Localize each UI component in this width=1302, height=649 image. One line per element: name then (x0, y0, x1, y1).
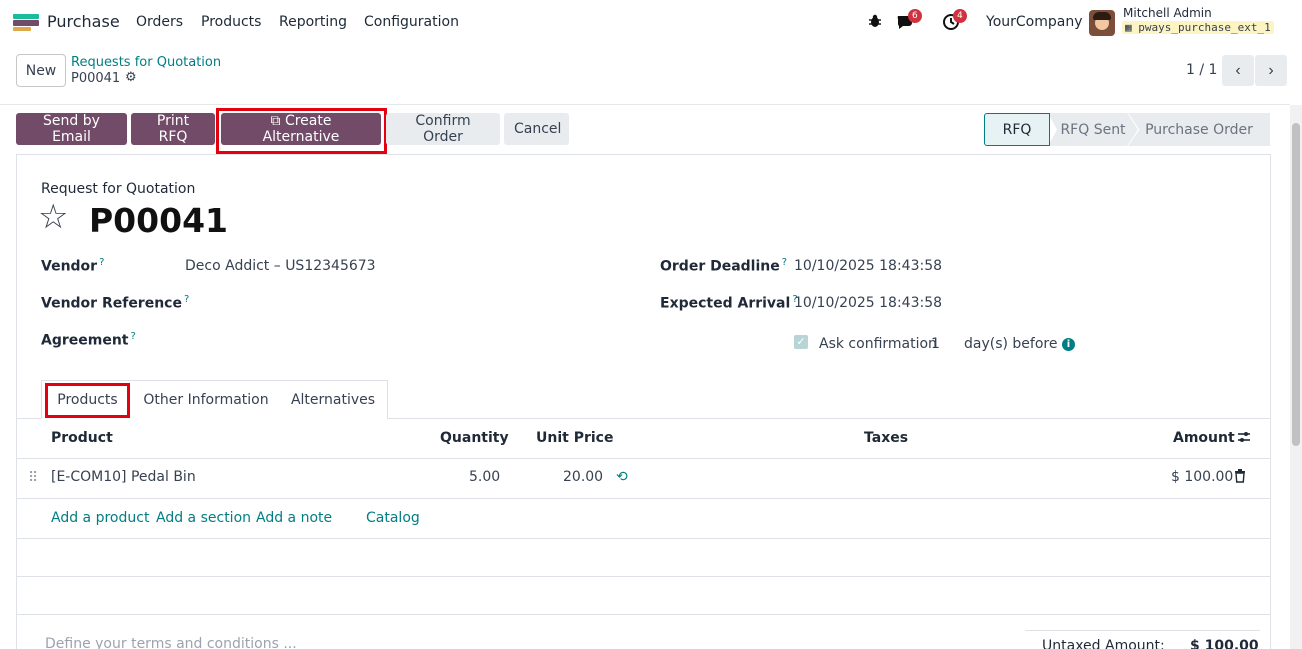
status-rfq[interactable]: RFQ (984, 113, 1050, 146)
header-divider (0, 104, 1290, 105)
row-divider (17, 538, 1270, 539)
send-by-email-button[interactable]: Send by Email (16, 113, 127, 145)
breadcrumb-record-name: P00041 (71, 71, 121, 86)
confirm-order-button[interactable]: Confirm Order (386, 113, 500, 145)
menu-orders[interactable]: Orders (136, 14, 183, 30)
document-name: P00041 (89, 201, 228, 240)
trash-icon[interactable] (1234, 469, 1246, 487)
column-quantity[interactable]: Quantity (440, 430, 509, 446)
chat-icon[interactable]: 6 (896, 9, 922, 33)
order-deadline-label: Order Deadline? (660, 257, 788, 275)
add-product-link[interactable]: Add a product (51, 510, 149, 526)
menu-configuration[interactable]: Configuration (364, 14, 459, 30)
expected-arrival-field[interactable]: 10/10/2025 18:43:58 (794, 295, 942, 311)
app-name[interactable]: Purchase (47, 12, 120, 31)
agreement-label: Agreement? (41, 331, 136, 349)
vendor-field[interactable]: Deco Addict – US12345673 (185, 258, 376, 274)
line-quantity[interactable]: 5.00 (469, 469, 500, 485)
catalog-link[interactable]: Catalog (366, 510, 420, 526)
star-icon[interactable]: ☆ (38, 200, 68, 234)
totals-divider (1025, 630, 1260, 631)
row-divider (17, 614, 1270, 615)
pager-value[interactable]: 1 / 1 (1186, 62, 1217, 78)
clock-icon[interactable]: 4 (941, 9, 967, 33)
column-settings-icon[interactable] (1237, 430, 1251, 448)
new-button[interactable]: New (16, 54, 66, 87)
scrollbar-thumb[interactable] (1292, 123, 1300, 446)
tab-alternatives[interactable]: Alternatives (279, 380, 388, 419)
drag-handle-icon[interactable]: ⠿ (28, 470, 38, 486)
user-avatar[interactable] (1089, 10, 1115, 36)
vendor-label: Vendor? (41, 257, 105, 275)
add-note-link[interactable]: Add a note (256, 510, 332, 526)
column-product[interactable]: Product (51, 430, 113, 446)
order-deadline-field[interactable]: 10/10/2025 18:43:58 (794, 258, 942, 274)
add-section-link[interactable]: Add a section (156, 510, 251, 526)
menu-products[interactable]: Products (201, 14, 261, 30)
status-purchase-order[interactable]: Purchase Order (1128, 113, 1270, 146)
cancel-button[interactable]: Cancel (504, 113, 569, 145)
highlight-create-alternative (216, 108, 387, 154)
menu-reporting[interactable]: Reporting (279, 14, 347, 30)
column-amount[interactable]: Amount (1173, 430, 1235, 446)
top-navbar: Purchase Orders Products Reporting Confi… (0, 0, 1302, 46)
line-unit-price[interactable]: 20.00 (563, 469, 603, 485)
history-icon[interactable]: ⟲ (616, 469, 628, 485)
chevron-left-icon: ‹ (1235, 61, 1241, 79)
info-icon[interactable]: i (1062, 338, 1075, 351)
chevron-right-icon: › (1268, 61, 1274, 79)
discuss-badge: 6 (908, 9, 922, 23)
line-amount: $ 100.00 (1171, 469, 1234, 485)
status-rfq-sent[interactable]: RFQ Sent (1048, 113, 1138, 146)
pager-next-button[interactable]: › (1255, 55, 1287, 86)
header-row-divider (17, 458, 1270, 459)
vendor-reference-label: Vendor Reference? (41, 294, 190, 312)
document-type: Request for Quotation (41, 181, 196, 197)
ask-confirmation-label: Ask confirmation (819, 336, 937, 352)
user-name[interactable]: Mitchell Admin (1123, 6, 1212, 20)
column-unit-price[interactable]: Unit Price (536, 430, 613, 446)
terms-conditions-field[interactable]: Define your terms and conditions ... (45, 636, 297, 649)
print-rfq-button[interactable]: Print RFQ (131, 113, 215, 145)
line-product[interactable]: [E-COM10] Pedal Bin (51, 469, 196, 485)
days-before-label: day(s) before (964, 336, 1058, 352)
tab-other-information[interactable]: Other Information (133, 380, 280, 419)
column-taxes[interactable]: Taxes (864, 430, 908, 446)
bug-icon[interactable] (865, 13, 885, 33)
ask-confirmation-checkbox[interactable]: ✓ (794, 335, 808, 349)
company-switcher[interactable]: YourCompany (986, 14, 1083, 30)
row-divider (17, 498, 1270, 499)
highlight-products-tab (45, 383, 130, 418)
expected-arrival-label: Expected Arrival? (660, 294, 798, 312)
database-name: ▦ pways_purchase_ext_1 (1122, 21, 1274, 34)
untaxed-amount-value: $ 100.00 (1190, 638, 1259, 649)
row-divider (17, 576, 1270, 577)
activity-badge: 4 (953, 9, 967, 23)
pager-previous-button[interactable]: ‹ (1222, 55, 1254, 86)
ask-confirmation-days-input[interactable]: 1 (931, 336, 940, 352)
breadcrumb-rfq-list[interactable]: Requests for Quotation (71, 55, 221, 70)
untaxed-amount-label: Untaxed Amount: (1042, 638, 1165, 649)
purchase-app-icon[interactable] (13, 14, 39, 31)
gear-icon[interactable]: ⚙ (125, 70, 137, 85)
